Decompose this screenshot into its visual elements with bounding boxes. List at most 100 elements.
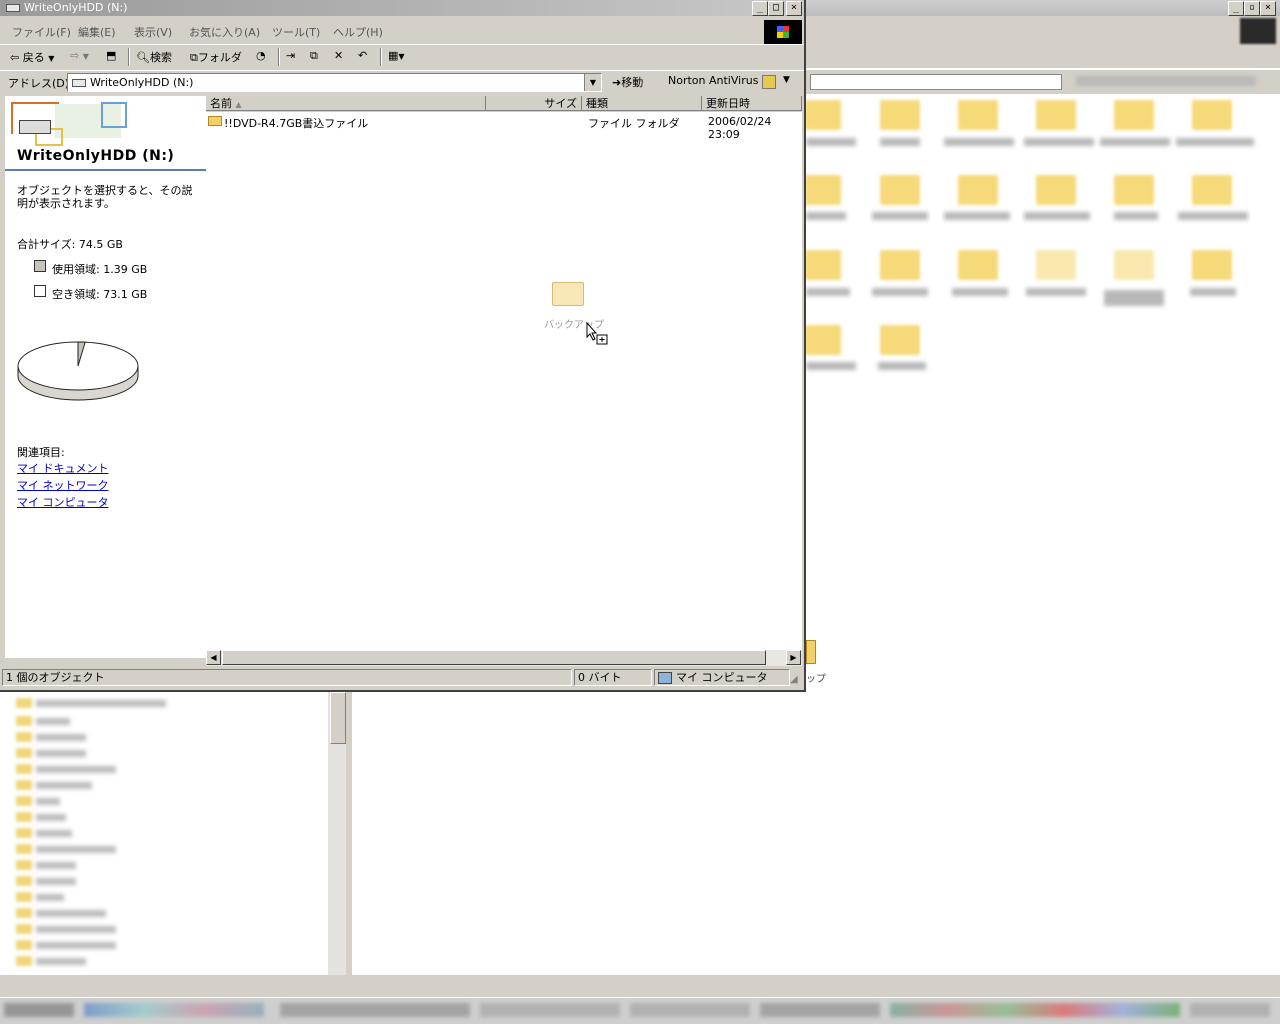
bg-partial-folder-icon[interactable]: [806, 640, 816, 664]
bg-tree-scroll-thumb[interactable]: [330, 692, 346, 744]
titlebar[interactable]: WriteOnlyHDD (N:) _ □ ×: [0, 0, 804, 16]
scroll-left-button[interactable]: ◀: [206, 650, 221, 665]
link-my-computer[interactable]: マイ コンピュータ: [17, 494, 109, 510]
bg-tree-label: [36, 958, 86, 965]
bg-tree-label: [36, 718, 70, 725]
menu-favorites[interactable]: お気に入り(A): [189, 24, 260, 40]
bg-folder-icon[interactable]: [1192, 250, 1232, 280]
bg-folder-label: [880, 138, 920, 146]
bg-folder-icon[interactable]: [1192, 175, 1232, 205]
bg-pane-divider[interactable]: [346, 690, 352, 975]
bg-tree-folder-icon: [16, 698, 32, 708]
bg-folder-icon[interactable]: [880, 250, 920, 280]
bg-folder-icon[interactable]: [805, 175, 841, 205]
bg-folder-icon[interactable]: [1036, 100, 1076, 130]
delete-button[interactable]: ✕: [334, 49, 343, 62]
close-button[interactable]: ×: [786, 1, 802, 16]
bg-folder-icon[interactable]: [880, 325, 920, 355]
taskbar-quicklaunch[interactable]: [84, 1003, 264, 1017]
scroll-thumb[interactable]: [222, 650, 766, 665]
folders-button[interactable]: ⧉フォルダ: [190, 49, 242, 65]
bg-tree-folder-icon: [16, 764, 32, 774]
bg-close-button[interactable]: ×: [1260, 1, 1276, 16]
up-folder-button[interactable]: ⬒: [106, 49, 116, 62]
bg-folder-icon[interactable]: [880, 175, 920, 205]
search-button[interactable]: 🔍︎検索: [136, 49, 172, 65]
bg-folder-icon[interactable]: [1114, 175, 1154, 205]
toolbar-separator: [380, 48, 382, 66]
norton-antivirus-label[interactable]: Norton AntiVirus: [668, 74, 758, 87]
chevron-down-icon[interactable]: ▼: [783, 75, 790, 85]
bg-tree-folder-icon: [16, 908, 32, 918]
taskbar-clock: [1190, 1003, 1270, 1017]
norton-icon[interactable]: [762, 75, 776, 89]
history-button[interactable]: ◔: [256, 49, 266, 62]
bg-tree-label: [36, 894, 64, 901]
back-button[interactable]: ⇦ 戻る ▼: [10, 49, 54, 65]
bg-tree-folder-icon: [16, 844, 32, 854]
file-row[interactable]: !!DVD-R4.7GB書込ファイル ファイル フォルダ 2006/02/24 …: [206, 114, 802, 141]
taskbar-tray-icons[interactable]: [890, 1003, 1180, 1017]
maximize-button[interactable]: □: [768, 1, 784, 16]
column-modified[interactable]: 更新日時: [702, 96, 802, 111]
forward-button[interactable]: ⇨ ▼: [70, 49, 89, 62]
link-my-documents[interactable]: マイ ドキュメント: [17, 460, 109, 476]
undo-icon: ↶: [358, 49, 368, 62]
address-field[interactable]: WriteOnlyHDD (N:) ▼: [67, 73, 602, 92]
bg-folder-icon[interactable]: [958, 100, 998, 130]
menu-view[interactable]: 表示(V): [134, 24, 172, 40]
bg-folder-icon[interactable]: [805, 100, 841, 130]
drive-icon: [6, 4, 20, 12]
bg-folder-icon[interactable]: [1114, 250, 1154, 280]
bg-tree-folder-icon: [16, 748, 32, 758]
file-list: 名前 ▲ サイズ 種類 更新日時 !!DVD-R4.7GB書込ファイル ファイル…: [206, 96, 802, 650]
horizontal-scrollbar[interactable]: ◀ ▶: [206, 650, 802, 666]
menu-file[interactable]: ファイル(F): [12, 24, 71, 40]
copy-to-button[interactable]: ⧉: [310, 49, 318, 63]
menu-help[interactable]: ヘルプ(H): [333, 24, 383, 40]
pane-description: オブジェクトを選択すると、その説明が表示されます。: [17, 184, 193, 210]
taskbar-start-button[interactable]: [4, 1003, 74, 1017]
sort-ascending-icon: ▲: [235, 100, 242, 109]
views-button[interactable]: ▦▼: [388, 49, 405, 62]
chevron-down-icon: ▼: [48, 54, 55, 63]
column-name[interactable]: 名前 ▲: [206, 96, 486, 111]
column-type[interactable]: 種類: [582, 96, 702, 111]
bg-folder-icon[interactable]: [805, 325, 841, 355]
resize-grip-icon[interactable]: ◢: [790, 674, 798, 685]
bg-restore-button[interactable]: ▫: [1244, 1, 1260, 16]
address-dropdown-button[interactable]: ▼: [584, 74, 601, 91]
menu-edit[interactable]: 編集(E): [78, 24, 116, 40]
minimize-button[interactable]: _: [752, 1, 768, 16]
bg-folder-icon[interactable]: [1114, 100, 1154, 130]
windows-flag-icon: [777, 26, 789, 38]
back-arrow-icon: ⇦: [10, 51, 20, 64]
link-my-network[interactable]: マイ ネットワーク: [17, 477, 109, 493]
taskbar-item[interactable]: [760, 1003, 880, 1017]
go-button[interactable]: ➜移動: [612, 74, 643, 90]
bg-folder-icon[interactable]: [805, 250, 841, 280]
bg-folder-icon[interactable]: [1036, 175, 1076, 205]
pane-title: WriteOnlyHDD (N:): [17, 148, 175, 164]
move-to-button[interactable]: ⇥: [286, 49, 295, 62]
bg-folder-icon[interactable]: [1192, 100, 1232, 130]
bg-address-field[interactable]: [810, 74, 1062, 90]
taskbar-item[interactable]: [630, 1003, 750, 1017]
bg-folder-icon[interactable]: [958, 250, 998, 280]
column-name-label: 名前: [210, 97, 232, 110]
my-computer-icon: [658, 672, 672, 684]
taskbar-item[interactable]: [480, 1003, 620, 1017]
status-location-label: マイ コンピュータ: [676, 671, 768, 684]
scroll-right-button[interactable]: ▶: [786, 650, 801, 665]
file-modified: 2006/02/24 23:09: [708, 115, 772, 141]
menu-tools[interactable]: ツール(T): [272, 24, 320, 40]
undo-button[interactable]: ↶: [358, 49, 367, 62]
bg-folder-icon[interactable]: [1036, 250, 1076, 280]
bg-tree-scrollbar[interactable]: [328, 690, 346, 975]
bg-folder-icon[interactable]: [880, 100, 920, 130]
bg-folder-icon[interactable]: [958, 175, 998, 205]
bg-tree-folder-icon: [16, 828, 32, 838]
taskbar-item[interactable]: [280, 1003, 470, 1017]
column-size[interactable]: サイズ: [486, 96, 582, 111]
bg-minimize-button[interactable]: _: [1228, 1, 1244, 16]
